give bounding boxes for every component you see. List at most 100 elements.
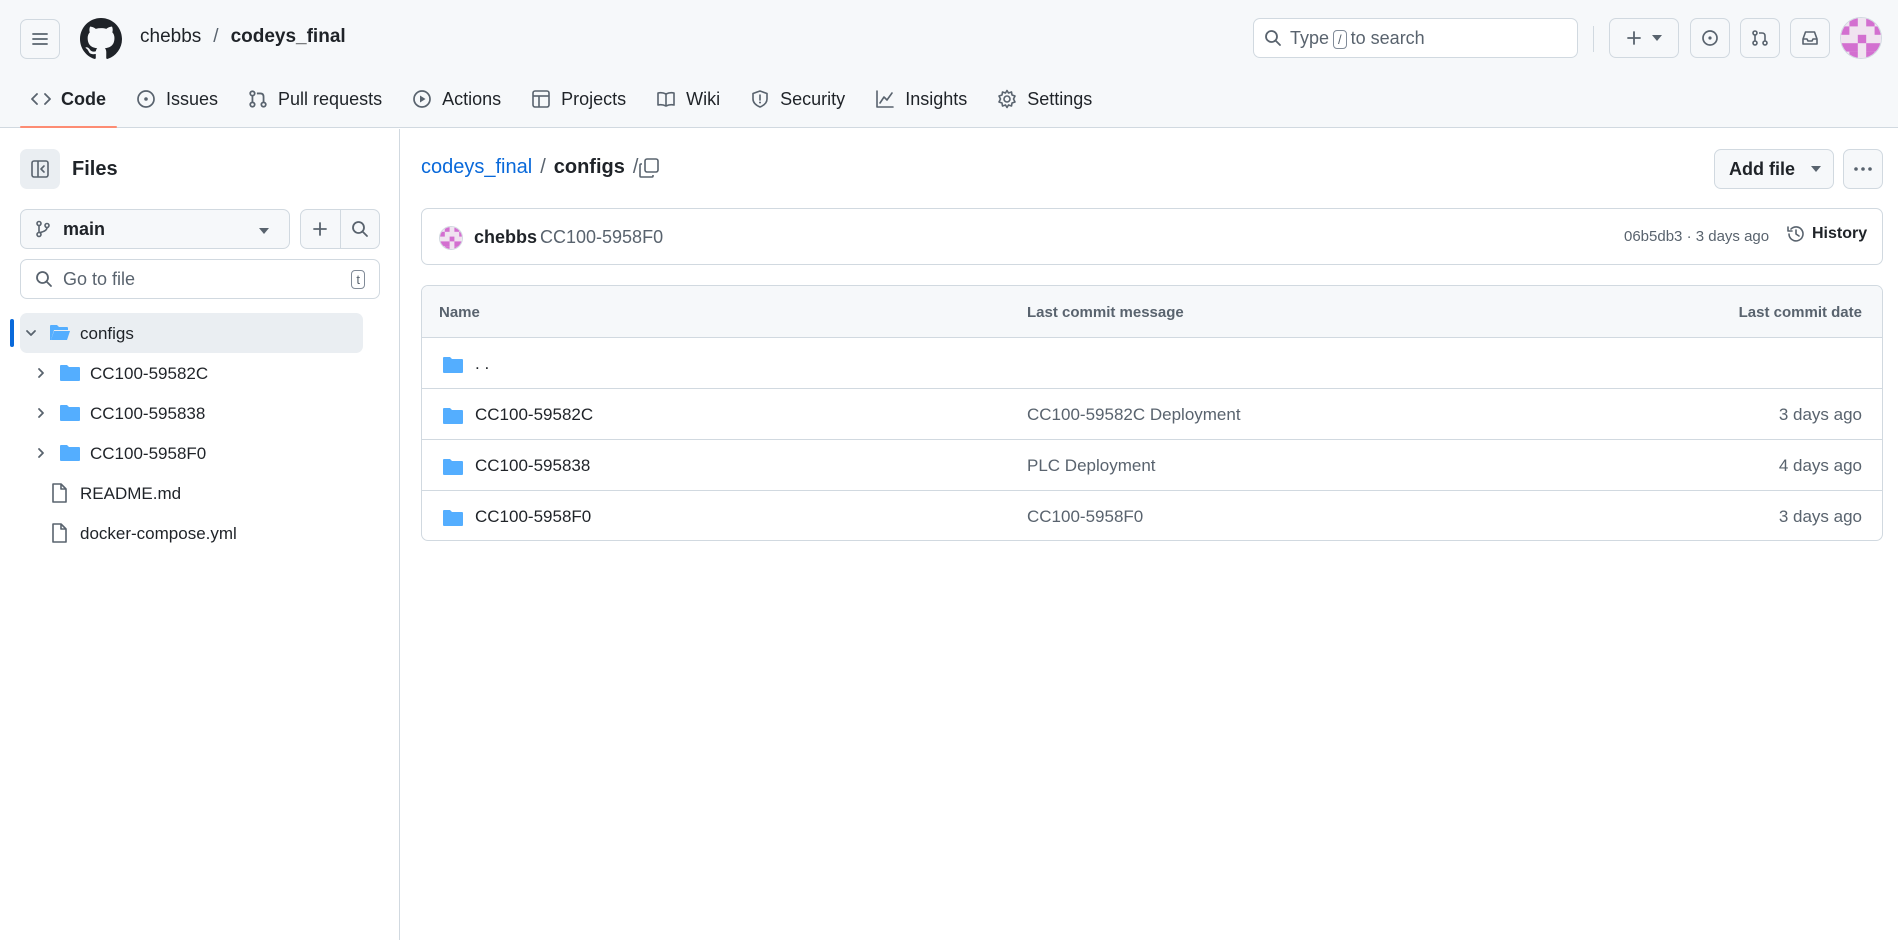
inbox-button[interactable] [1790,18,1830,58]
copy-path-button[interactable] [638,157,660,179]
chevron-right-icon[interactable] [34,446,48,460]
file-name-link[interactable]: CC100-59582C [475,405,593,425]
plus-icon [312,221,328,237]
folder-icon [59,443,81,463]
search-shortcut-key: / [1333,29,1347,49]
commit-message-link[interactable]: CC100-59582C Deployment [1027,405,1241,425]
tab-security[interactable]: Security [739,80,856,118]
graph-icon [875,89,895,109]
tree-item-cc100-5958f0[interactable]: CC100-5958F0 [0,433,400,473]
history-button[interactable]: History [1786,224,1867,244]
git-branch-icon [35,220,51,238]
path-separator: / [213,26,219,47]
code-icon [31,91,51,107]
menu-button[interactable] [20,19,60,59]
commit-date: 3 days ago [1778,405,1862,424]
table-row[interactable]: CC100-59582C CC100-59582C Deployment 3 d… [422,389,1882,440]
add-file-tree-button[interactable] [301,210,341,248]
repo-name-link[interactable]: codeys_final [231,26,346,48]
tab-label: Actions [442,88,502,109]
pull-requests-shortcut-button[interactable] [1740,18,1780,58]
app-header: chebbs / codeys_final Type / to search C… [0,0,1898,128]
file-name-link[interactable]: CC100-5958F0 [475,507,591,527]
table-row[interactable]: CC100-5958F0 CC100-5958F0 3 days ago [422,491,1882,540]
go-to-file-input[interactable]: Go to file t [20,259,380,299]
file-icon [50,523,68,543]
issue-icon [1701,29,1719,47]
create-new-button[interactable] [1609,18,1679,58]
search-placeholder: Type / to search [1290,27,1425,49]
commit-message-link[interactable]: PLC Deployment [1027,456,1156,476]
commit-date: 3 days ago [1778,507,1862,526]
parent-directory-link[interactable]: . . [475,354,489,374]
tree-item-docker-compose[interactable]: docker-compose.yml [0,513,400,553]
tab-pull-requests[interactable]: Pull requests [237,80,393,118]
tab-label: Security [780,88,846,109]
tab-label: Code [61,88,106,109]
table-row-parent-directory[interactable]: . . [422,338,1882,389]
tab-label: Projects [561,88,627,109]
commit-author-link[interactable]: chebbs [474,227,537,248]
breadcrumb-current: configs [553,156,625,178]
commit-author-avatar[interactable] [439,226,463,250]
branch-selector-button[interactable]: main [20,209,290,249]
tree-item-cc100-595838[interactable]: CC100-595838 [0,393,400,433]
header-divider [1593,26,1594,52]
file-tree-sidebar: Files main Go to file t configs CC100-59… [0,129,400,940]
commit-sha-and-time[interactable]: 06b5db3 · 3 days ago [1624,228,1769,245]
column-header-date: Last commit date [1738,304,1862,321]
table-header: Name Last commit message Last commit dat… [422,286,1882,338]
tab-insights[interactable]: Insights [864,80,978,118]
tree-item-label: configs [80,324,134,343]
tree-item-label: README.md [80,484,182,503]
commit-date: 4 days ago [1778,456,1862,475]
breadcrumb-root-link[interactable]: codeys_final [421,156,532,179]
column-header-name: Name [439,304,480,321]
repo-owner-link[interactable]: chebbs [140,26,201,48]
issue-icon [136,89,156,109]
tab-label: Settings [1027,88,1093,109]
search-icon [35,270,53,288]
global-search-input[interactable]: Type / to search [1253,18,1578,58]
search-tree-button[interactable] [341,210,380,248]
commit-message-link[interactable]: CC100-5958F0 [540,227,663,248]
copy-icon [638,157,660,179]
tree-item-label: docker-compose.yml [80,524,237,543]
tab-issues[interactable]: Issues [125,80,229,118]
chevron-right-icon[interactable] [34,406,48,420]
tab-wiki[interactable]: Wiki [645,80,731,118]
tree-item-cc100-59582c[interactable]: CC100-59582C [0,353,400,393]
triangle-down-icon [1811,166,1821,172]
user-avatar[interactable] [1840,17,1882,59]
search-icon [351,220,369,238]
table-row[interactable]: CC100-595838 PLC Deployment 4 days ago [422,440,1882,491]
tab-actions[interactable]: Actions [401,80,512,118]
file-tree: configs CC100-59582C CC100-595838 CC100-… [0,313,400,553]
collapse-sidebar-button[interactable] [20,149,60,189]
add-file-button[interactable]: Add file [1714,149,1834,189]
github-logo-icon[interactable] [80,18,122,60]
chevron-down-icon[interactable] [24,326,38,340]
breadcrumb-separator: / [540,156,546,178]
triangle-down-icon [1652,35,1662,41]
tab-label: Wiki [686,88,721,109]
files-heading: Files [72,158,118,180]
file-name-link[interactable]: CC100-595838 [475,456,590,476]
tree-item-readme[interactable]: README.md [0,473,400,513]
file-icon [50,483,68,503]
history-label: History [1812,225,1868,242]
repo-path: chebbs / codeys_final [140,26,346,48]
issues-shortcut-button[interactable] [1690,18,1730,58]
gear-icon [997,89,1017,109]
shield-icon [750,89,770,109]
more-options-button[interactable] [1843,149,1883,189]
tree-item-configs[interactable]: configs [0,313,400,353]
kebab-horizontal-icon [1853,166,1873,172]
chevron-right-icon[interactable] [34,366,48,380]
repo-nav-tabs: Code Issues Pull requests Actions Projec… [0,80,1111,128]
tab-settings[interactable]: Settings [986,80,1103,118]
tab-code[interactable]: Code [20,80,117,128]
tab-label: Insights [905,88,968,109]
tab-projects[interactable]: Projects [520,80,637,118]
commit-message-link[interactable]: CC100-5958F0 [1027,507,1143,527]
